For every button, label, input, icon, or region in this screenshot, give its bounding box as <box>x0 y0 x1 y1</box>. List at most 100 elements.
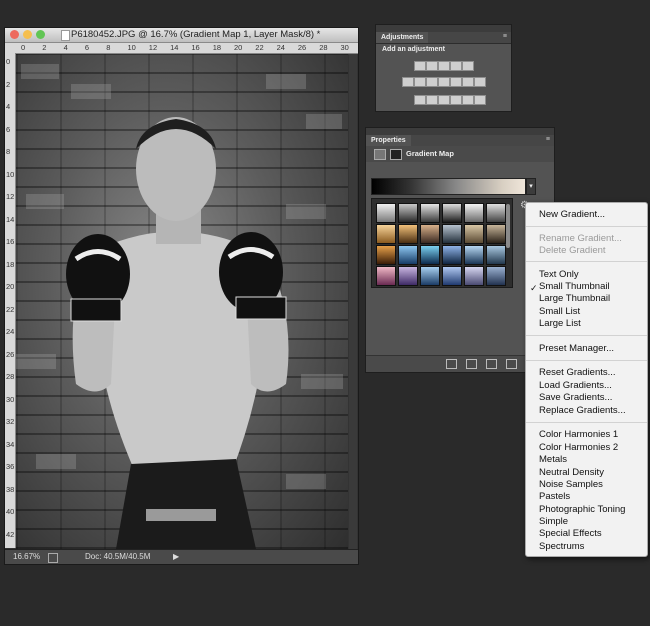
brightness-contrast-icon[interactable] <box>414 61 426 71</box>
gradient-swatch[interactable] <box>486 245 506 265</box>
boxer-photo <box>16 64 343 549</box>
gradient-swatch[interactable] <box>398 203 418 223</box>
selective-color-icon[interactable] <box>450 95 462 105</box>
menu-item-simple[interactable]: Simple <box>539 516 568 528</box>
document-vertical-scrollbar[interactable] <box>349 54 357 549</box>
threshold-icon[interactable] <box>426 95 438 105</box>
menu-item-load-gradients[interactable]: Load Gradients... <box>539 380 612 392</box>
gradient-context-menu: ✓ New Gradient... Rename Gradient... Delet… <box>525 202 648 557</box>
panel-drag-bar[interactable] <box>366 128 554 135</box>
properties-header: Gradient Map <box>366 146 554 162</box>
adjustments-panel: Adjustments ≡ Add an adjustment <box>375 24 512 112</box>
photo-filter-icon[interactable] <box>438 77 450 87</box>
panel-menu-icon[interactable]: ≡ <box>503 33 507 40</box>
tab-properties[interactable]: Properties <box>366 135 411 146</box>
gradient-map-icon[interactable] <box>438 95 450 105</box>
invert-icon[interactable] <box>474 77 486 87</box>
channel-mixer-icon[interactable] <box>450 77 462 87</box>
gradient-swatch[interactable] <box>486 266 506 286</box>
extra-icon[interactable] <box>474 95 486 105</box>
menu-item-new-gradient[interactable]: New Gradient... <box>539 209 605 221</box>
ruler-h-label: 8 <box>106 43 111 52</box>
status-export-icon[interactable] <box>48 553 58 563</box>
menu-item-small-list[interactable]: Small List <box>539 306 580 318</box>
zoom-window-button[interactable] <box>36 30 45 39</box>
gradient-swatch[interactable] <box>376 224 396 244</box>
reset-icon[interactable] <box>486 359 497 369</box>
menu-separator <box>526 422 647 423</box>
menu-item-text-only[interactable]: Text Only <box>539 269 579 281</box>
menu-item-large-thumbnail[interactable]: Large Thumbnail <box>539 293 610 305</box>
menu-item-preset-manager[interactable]: Preset Manager... <box>539 343 614 355</box>
tab-adjustments[interactable]: Adjustments <box>376 32 429 43</box>
ruler-h-label: 16 <box>191 43 200 52</box>
gradient-swatch[interactable] <box>486 224 506 244</box>
image-canvas[interactable] <box>16 54 348 549</box>
panel-menu-icon[interactable]: ≡ <box>546 136 550 143</box>
close-window-button[interactable] <box>10 30 19 39</box>
menu-item-replace-gradients[interactable]: Replace Gradients... <box>539 405 626 417</box>
gradient-swatch[interactable] <box>376 203 396 223</box>
status-menu-arrow-icon[interactable]: ▶ <box>173 552 179 561</box>
gradient-swatch[interactable] <box>398 224 418 244</box>
hue-saturation-icon[interactable] <box>402 77 414 87</box>
gradient-dropdown-button[interactable]: ▾ <box>526 178 536 195</box>
menu-item-special-effects[interactable]: Special Effects <box>539 528 602 540</box>
gradient-swatch[interactable] <box>442 266 462 286</box>
panel-drag-bar[interactable] <box>376 25 511 32</box>
gradient-swatch[interactable] <box>464 266 484 286</box>
menu-item-small-thumbnail[interactable]: Small Thumbnail <box>539 281 610 293</box>
document-size-info: Doc: 40.5M/40.5M <box>85 552 151 561</box>
layer-mask-icon[interactable] <box>390 149 402 160</box>
menu-item-noise-samples[interactable]: Noise Samples <box>539 479 603 491</box>
menu-item-metals[interactable]: Metals <box>539 454 567 466</box>
color-lookup-icon[interactable] <box>462 77 474 87</box>
gradient-swatch[interactable] <box>464 224 484 244</box>
gradient-swatch[interactable] <box>398 245 418 265</box>
adjustments-tabbar: Adjustments ≡ <box>376 32 511 44</box>
gradient-swatch[interactable] <box>376 245 396 265</box>
black-white-icon[interactable] <box>426 77 438 87</box>
gradient-preview-bar[interactable] <box>371 178 526 195</box>
menu-item-large-list[interactable]: Large List <box>539 318 581 330</box>
curves-icon[interactable] <box>438 61 450 71</box>
menu-item-reset-gradients[interactable]: Reset Gradients... <box>539 367 616 379</box>
zoom-level[interactable]: 16.67% <box>13 552 40 561</box>
gradient-swatch[interactable] <box>464 203 484 223</box>
ruler-h-label: 10 <box>127 43 136 52</box>
horizontal-ruler[interactable]: 0 2 4 6 8 10 12 14 16 18 20 22 24 26 28 30 <box>5 43 358 54</box>
minimize-window-button[interactable] <box>23 30 32 39</box>
menu-item-color-harmonies-2[interactable]: Color Harmonies 2 <box>539 442 618 454</box>
posterize-icon[interactable] <box>414 95 426 105</box>
exposure-icon[interactable] <box>450 61 462 71</box>
shadows-icon[interactable] <box>462 95 474 105</box>
gradient-swatch[interactable] <box>486 203 506 223</box>
gradient-picker[interactable] <box>371 198 513 288</box>
gradient-swatch[interactable] <box>398 266 418 286</box>
clip-to-layer-icon[interactable] <box>446 359 457 369</box>
ruler-v-label: 12 <box>6 192 15 201</box>
gradient-swatch[interactable] <box>442 245 462 265</box>
adjustment-layer-icon[interactable] <box>374 149 386 160</box>
menu-item-save-gradients[interactable]: Save Gradients... <box>539 392 612 404</box>
color-balance-icon[interactable] <box>414 77 426 87</box>
vibrance-icon[interactable] <box>462 61 474 71</box>
gradient-swatch[interactable] <box>420 245 440 265</box>
menu-item-spectrums[interactable]: Spectrums <box>539 541 584 553</box>
gradient-picker-scrollbar[interactable] <box>506 204 510 248</box>
menu-item-color-harmonies-1[interactable]: Color Harmonies 1 <box>539 429 618 441</box>
menu-item-pastels[interactable]: Pastels <box>539 491 570 503</box>
levels-icon[interactable] <box>426 61 438 71</box>
gradient-swatch[interactable] <box>420 224 440 244</box>
vertical-ruler[interactable]: 0 2 4 6 8 10 12 14 16 18 20 22 24 26 28 30 32 34 36 38 40 42 <box>5 53 16 548</box>
gradient-swatch[interactable] <box>442 224 462 244</box>
menu-item-photographic-toning[interactable]: Photographic Toning <box>539 504 625 516</box>
gradient-swatch[interactable] <box>376 266 396 286</box>
gradient-swatch[interactable] <box>464 245 484 265</box>
visibility-eye-icon[interactable] <box>506 359 517 369</box>
gradient-swatch[interactable] <box>420 203 440 223</box>
gradient-swatch[interactable] <box>420 266 440 286</box>
menu-item-neutral-density[interactable]: Neutral Density <box>539 467 604 479</box>
view-previous-icon[interactable] <box>466 359 477 369</box>
gradient-swatch[interactable] <box>442 203 462 223</box>
